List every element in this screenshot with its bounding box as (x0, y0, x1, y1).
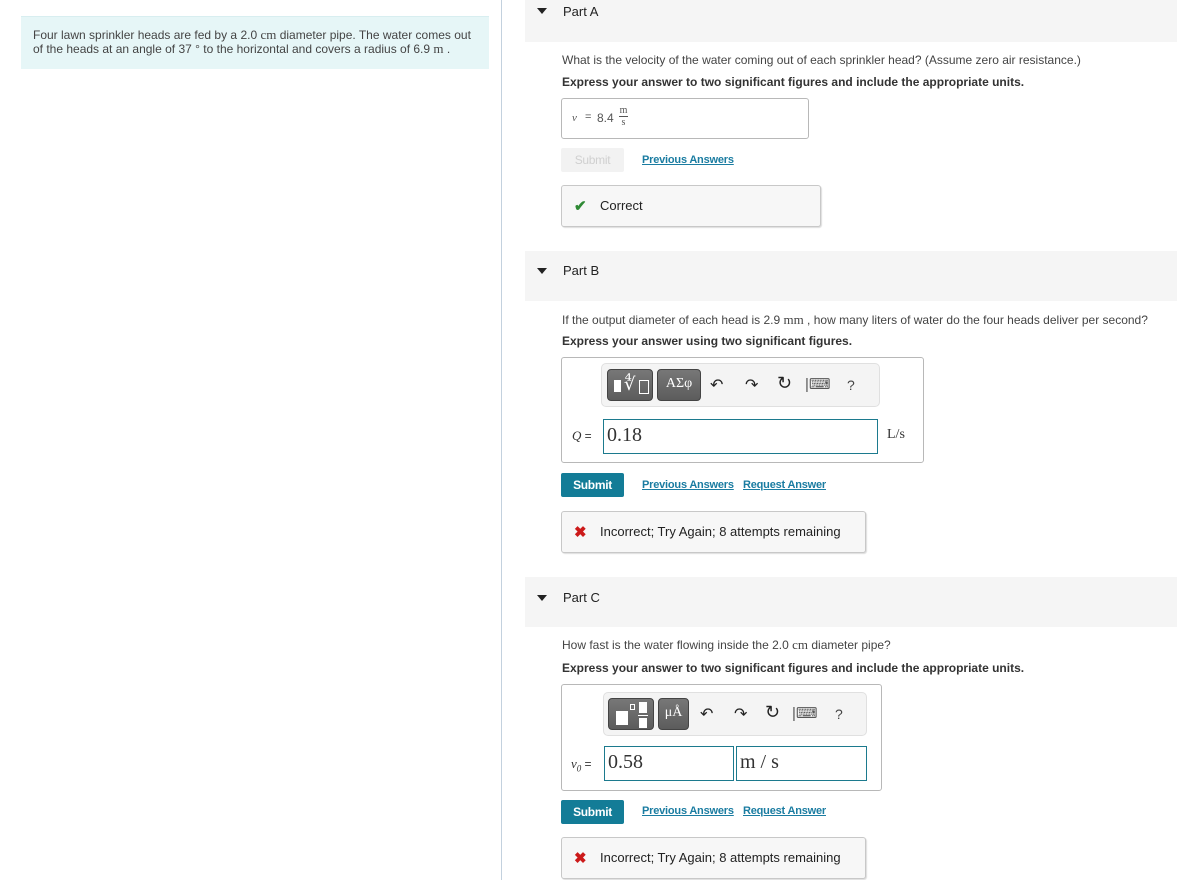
part-b-answer-editor: ∜ ΑΣφ ↶ ↷ ↻ |⌨ ? Q = 0.18 L/s (561, 357, 924, 463)
part-a-header[interactable]: Part A (525, 0, 1177, 42)
reset-icon[interactable]: ↻ (777, 373, 792, 394)
superscript-box-icon (630, 704, 635, 710)
equals-sign: = (585, 111, 592, 123)
part-b-question: If the output diameter of each head is 2… (562, 312, 1148, 328)
part-b-previous-answers-link[interactable]: Previous Answers (642, 479, 734, 491)
problem-unit-cm: cm (260, 27, 277, 42)
problem-unit-m: m (433, 41, 444, 56)
check-icon: ✔ (574, 198, 587, 215)
part-a-title: Part A (563, 4, 599, 19)
value-input[interactable]: 0.58 (604, 746, 734, 781)
feedback-message: Correct (600, 198, 643, 213)
answer-value: 8.4 (597, 111, 614, 125)
undo-icon[interactable]: ↶ (710, 375, 723, 395)
caret-down-icon[interactable] (537, 8, 547, 14)
symbols-button[interactable]: ΑΣφ (657, 369, 701, 401)
question-text: diameter pipe? (808, 638, 891, 652)
math-toolbar: ∜ ΑΣφ ↶ ↷ ↻ |⌨ ? (601, 363, 880, 407)
part-c-previous-answers-link[interactable]: Previous Answers (642, 805, 734, 817)
part-b-feedback: ✖ Incorrect; Try Again; 8 attempts remai… (561, 511, 866, 553)
question-text: How fast is the water flowing inside the… (562, 638, 793, 652)
fraction-bar-icon (638, 715, 648, 716)
part-b-instruction: Express your answer using two significan… (562, 334, 853, 348)
part-a-previous-answers-link[interactable]: Previous Answers (642, 154, 734, 166)
part-c-submit-button[interactable]: Submit (561, 800, 624, 824)
part-b-title: Part B (563, 263, 600, 278)
keyboard-icon[interactable]: |⌨ (805, 375, 831, 393)
part-b-request-answer-link[interactable]: Request Answer (743, 479, 826, 491)
help-icon[interactable]: ? (835, 706, 843, 722)
keyboard-icon[interactable]: |⌨ (792, 704, 818, 722)
part-b-header[interactable]: Part B (525, 251, 1177, 301)
x-icon: ✖ (574, 850, 587, 867)
denominator-box-icon (639, 718, 647, 728)
part-c-title: Part C (563, 590, 600, 605)
problem-text-1: Four lawn sprinkler heads are fed by a 2… (33, 28, 261, 42)
reset-icon[interactable]: ↻ (765, 702, 780, 723)
answer-input[interactable]: 0.18 (603, 419, 878, 454)
part-a-feedback: ✔ Correct (561, 185, 821, 227)
help-icon[interactable]: ? (847, 377, 855, 393)
templates-button[interactable] (608, 698, 654, 730)
part-a-answer-box: v = 8.4 m s (561, 98, 809, 139)
part-c-answer-editor: μÅ ↶ ↷ ↻ |⌨ ? v0 = 0.58 m / s (561, 684, 882, 791)
equals-sign: = (584, 429, 592, 443)
numerator-box-icon (639, 702, 647, 713)
part-b-submit-button[interactable]: Submit (561, 473, 624, 497)
caret-down-icon[interactable] (537, 268, 547, 274)
question-text: If the output diameter of each head is 2… (562, 313, 784, 327)
problem-text-3: . (443, 42, 451, 56)
unit-numerator: m (619, 105, 628, 116)
part-c-request-answer-link[interactable]: Request Answer (743, 805, 826, 817)
part-a-question-text: What is the velocity of the water coming… (562, 53, 1081, 67)
redo-icon[interactable]: ↷ (734, 704, 747, 724)
unit-input[interactable]: m / s (736, 746, 867, 781)
question-text: , how many liters of water do the four h… (803, 313, 1148, 327)
unit-label: L/s (887, 427, 905, 442)
feedback-message: Incorrect; Try Again; 8 attempts remaini… (600, 524, 841, 539)
problem-statement: Four lawn sprinkler heads are fed by a 2… (21, 16, 489, 69)
part-c-feedback: ✖ Incorrect; Try Again; 8 attempts remai… (561, 837, 866, 879)
template-block-icon (614, 380, 621, 392)
undo-icon[interactable]: ↶ (700, 704, 713, 724)
placeholder-box-icon (639, 380, 649, 394)
part-a-submit-button[interactable]: Submit (561, 148, 624, 172)
variable-name: Q (572, 428, 582, 443)
variable-label: v0 = (571, 756, 592, 774)
part-c-instruction: Express your answer to two significant f… (562, 661, 1025, 675)
radical-icon: ∜ (624, 374, 636, 394)
feedback-message: Incorrect; Try Again; 8 attempts remaini… (600, 850, 841, 865)
part-c-question: How fast is the water flowing inside the… (562, 637, 891, 653)
redo-icon[interactable]: ↷ (745, 375, 758, 395)
variable-label: Q = (572, 428, 592, 444)
x-icon: ✖ (574, 524, 587, 541)
unit-denominator: s (621, 117, 626, 128)
part-a-instruction: Express your answer to two significant f… (562, 75, 1025, 89)
caret-down-icon[interactable] (537, 595, 547, 601)
variable-subscript: 0 (576, 763, 582, 774)
units-button[interactable]: μÅ (658, 698, 689, 730)
math-toolbar: μÅ ↶ ↷ ↻ |⌨ ? (603, 692, 867, 736)
equals-sign: = (584, 757, 592, 771)
template-block-icon (616, 711, 628, 725)
answer-unit: m s (619, 105, 628, 128)
question-unit: cm (792, 637, 809, 652)
part-a-question: What is the velocity of the water coming… (562, 53, 1081, 67)
templates-button[interactable]: ∜ (607, 369, 653, 401)
question-unit: mm (783, 312, 804, 327)
pane-divider[interactable] (501, 0, 502, 880)
part-c-header[interactable]: Part C (525, 577, 1177, 627)
answer-variable: v (572, 112, 577, 124)
